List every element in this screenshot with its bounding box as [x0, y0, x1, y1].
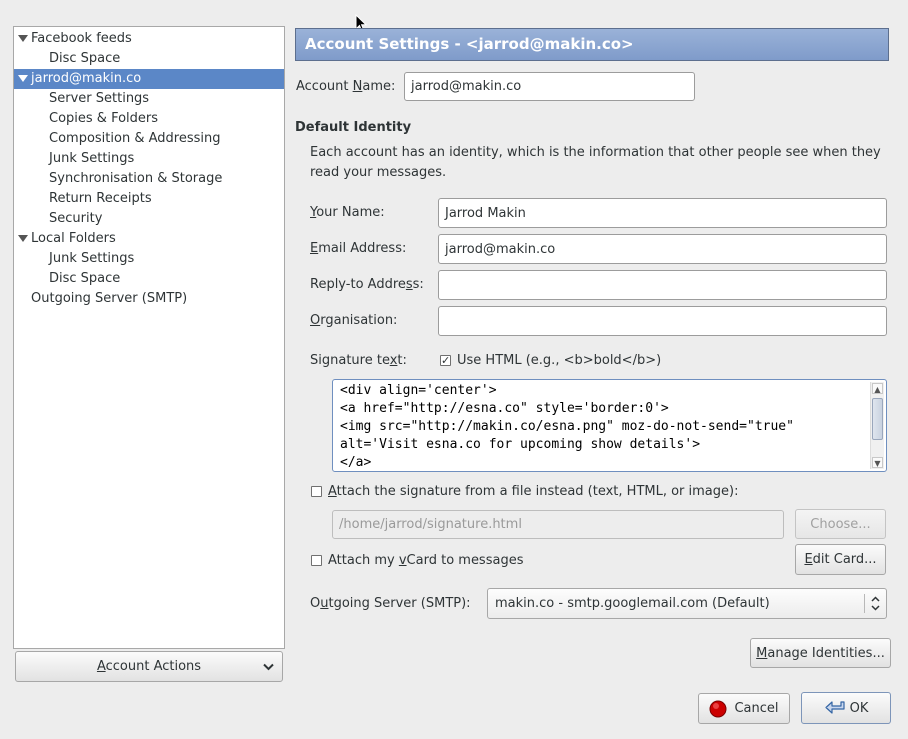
account-name-label: Account Name: [296, 79, 396, 94]
tree-item[interactable]: Server Settings [14, 89, 284, 109]
account-name-input[interactable]: jarrod@makin.co [404, 72, 695, 101]
ok-button[interactable]: OK [801, 692, 891, 724]
expander-triangle-icon[interactable] [18, 235, 28, 242]
expander-triangle-icon[interactable] [18, 75, 28, 82]
tree-item[interactable]: Security [14, 209, 284, 229]
tree-item[interactable]: Synchronisation & Storage [14, 169, 284, 189]
organisation-input[interactable] [438, 306, 887, 336]
signature-scrollbar[interactable]: ▲ ▼ [870, 382, 884, 469]
smtp-label: Outgoing Server (SMTP): [310, 596, 471, 611]
attach-file-checkbox[interactable] [311, 486, 322, 497]
smtp-select[interactable]: makin.co - smtp.googlemail.com (Default) [487, 588, 887, 619]
chevron-down-icon [263, 663, 274, 671]
tree-item[interactable]: Facebook feeds [14, 29, 284, 49]
default-identity-heading: Default Identity [295, 120, 412, 135]
identity-description-line2: read your messages. [310, 165, 447, 180]
tree-item-label: Outgoing Server (SMTP) [31, 291, 188, 306]
cancel-label: Cancel [734, 701, 779, 716]
email-label: Email Address: [310, 241, 407, 256]
signature-file-path-input[interactable]: /home/jarrod/signature.html [332, 510, 784, 539]
tree-item-label: Server Settings [49, 91, 150, 106]
tree-item-label: Junk Settings [49, 251, 135, 266]
check-mark-icon: ✓ [441, 354, 451, 367]
tree-item[interactable]: Disc Space [14, 49, 284, 69]
ok-arrow-icon [825, 701, 845, 714]
tree-item[interactable]: Composition & Addressing [14, 129, 284, 149]
organisation-label: Organisation: [310, 313, 398, 328]
select-divider [864, 594, 865, 613]
tree-item-label: Copies & Folders [49, 111, 159, 126]
tree-item-label: Disc Space [49, 51, 121, 66]
choose-file-button[interactable]: Choose... [795, 509, 886, 539]
reply-to-input[interactable] [438, 270, 887, 300]
manage-identities-button[interactable]: Manage Identities... [750, 638, 891, 668]
page-title: Account Settings - <jarrod@makin.co> [295, 28, 889, 61]
scroll-thumb[interactable] [872, 398, 883, 440]
smtp-select-value: makin.co - smtp.googlemail.com (Default) [495, 596, 770, 611]
use-html-label: Use HTML (e.g., <b>bold</b>) [457, 353, 662, 368]
scroll-up-icon[interactable]: ▲ [872, 383, 883, 394]
tree-item-label: Composition & Addressing [49, 131, 221, 146]
tree-item[interactable]: Return Receipts [14, 189, 284, 209]
expander-triangle-icon[interactable] [18, 35, 28, 42]
signature-text-label: Signature text: [310, 353, 407, 368]
scroll-down-icon[interactable]: ▼ [872, 457, 883, 468]
tree-item-label: Disc Space [49, 271, 121, 286]
your-name-label: Your Name: [310, 205, 385, 220]
reply-to-label: Reply-to Address: [310, 277, 424, 292]
tree-item-label: Synchronisation & Storage [49, 171, 223, 186]
tree-item[interactable]: Copies & Folders [14, 109, 284, 129]
tree-item-label: Facebook feeds [31, 31, 132, 46]
attach-vcard-checkbox[interactable] [311, 555, 322, 566]
account-actions-label: Account Actions [96, 659, 202, 674]
attach-vcard-label: Attach my vCard to messages [328, 553, 524, 568]
tree-item-label: Security [49, 211, 103, 226]
tree-item-label: Local Folders [31, 231, 116, 246]
account-actions-button[interactable]: Account Actions [15, 651, 283, 682]
tree-item[interactable]: Junk Settings [14, 149, 284, 169]
select-updown-icon [871, 596, 880, 611]
your-name-input[interactable]: Jarrod Makin [438, 198, 887, 228]
tree-item[interactable]: Local Folders [14, 229, 284, 249]
tree-item[interactable]: Disc Space [14, 269, 284, 289]
signature-text: <div align='center'> <a href="http://esn… [340, 383, 794, 470]
edit-card-button[interactable]: Edit Card... [795, 544, 886, 575]
cancel-icon [709, 700, 727, 717]
tree-item[interactable]: jarrod@makin.co [14, 69, 284, 89]
attach-file-label: Attach the signature from a file instead… [328, 484, 739, 499]
cancel-button[interactable]: Cancel [698, 693, 790, 724]
tree-item[interactable]: Junk Settings [14, 249, 284, 269]
email-input[interactable]: jarrod@makin.co [438, 234, 887, 264]
tree-item[interactable]: Outgoing Server (SMTP) [14, 289, 284, 309]
tree-item-label: Junk Settings [49, 151, 135, 166]
ok-label: OK [849, 700, 869, 716]
tree-item-label: jarrod@makin.co [31, 71, 142, 86]
identity-description-line1: Each account has an identity, which is t… [310, 145, 881, 160]
tree-item-label: Return Receipts [49, 191, 152, 206]
use-html-checkbox[interactable]: ✓ [440, 355, 451, 366]
signature-textarea[interactable]: <div align='center'> <a href="http://esn… [332, 379, 887, 472]
account-tree[interactable]: Facebook feeds Disc Space jarrod@makin.co S… [13, 26, 285, 649]
